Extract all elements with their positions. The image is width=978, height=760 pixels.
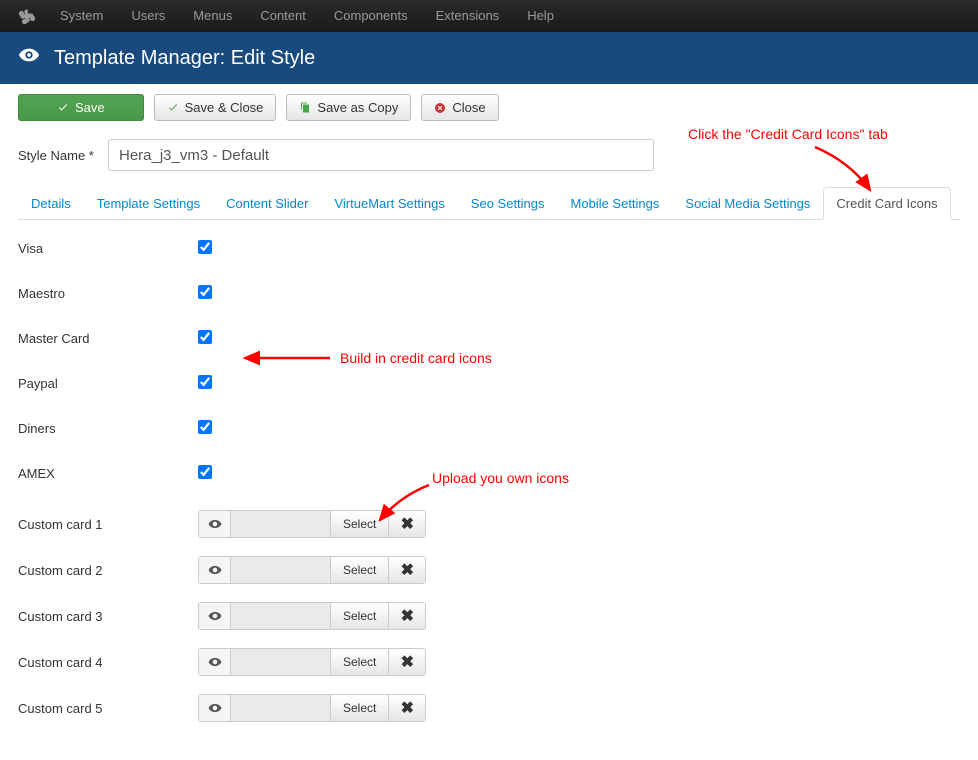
tab-credit-card-icons[interactable]: Credit Card Icons [823,187,950,220]
select-button-3[interactable]: Select [331,603,389,629]
path-input-1[interactable] [231,511,331,537]
preview-icon-4[interactable] [199,649,231,675]
tab-virtuemart-settings[interactable]: VirtueMart Settings [321,187,457,219]
label-visa: Visa [18,241,198,256]
tab-social-media-settings[interactable]: Social Media Settings [672,187,823,219]
preview-icon-2[interactable] [199,557,231,583]
media-group-1: Select ✖ [198,510,426,538]
check-icon [167,102,179,114]
row-paypal: Paypal [18,375,960,392]
label-amex: AMEX [18,466,198,481]
menu-extensions[interactable]: Extensions [422,0,514,32]
label-maestro: Maestro [18,286,198,301]
checkbox-amex[interactable] [198,465,212,479]
save-copy-button[interactable]: Save as Copy [286,94,411,121]
tabs: Details Template Settings Content Slider… [18,187,960,220]
checkbox-visa[interactable] [198,240,212,254]
close-button[interactable]: Close [421,94,498,121]
times-icon: ✖ [401,606,414,626]
label-master-card: Master Card [18,331,198,346]
preview-icon-5[interactable] [199,695,231,721]
checkbox-diners[interactable] [198,420,212,434]
row-diners: Diners [18,420,960,437]
menu-help[interactable]: Help [513,0,568,32]
times-icon: ✖ [401,652,414,672]
clear-button-1[interactable]: ✖ [389,511,425,537]
select-button-2[interactable]: Select [331,557,389,583]
label-paypal: Paypal [18,376,198,391]
save-copy-label: Save as Copy [317,100,398,115]
clear-button-4[interactable]: ✖ [389,649,425,675]
times-icon: ✖ [401,560,414,580]
label-custom-3: Custom card 3 [18,609,198,624]
checkbox-paypal[interactable] [198,375,212,389]
page-header: Template Manager: Edit Style [0,32,978,84]
eye-icon [18,44,40,72]
media-group-3: Select ✖ [198,602,426,630]
clear-button-5[interactable]: ✖ [389,695,425,721]
row-maestro: Maestro [18,285,960,302]
row-custom-3: Custom card 3 Select ✖ [18,602,960,630]
label-custom-4: Custom card 4 [18,655,198,670]
clear-button-3[interactable]: ✖ [389,603,425,629]
path-input-4[interactable] [231,649,331,675]
times-icon: ✖ [401,698,414,718]
select-button-1[interactable]: Select [331,511,389,537]
copy-icon [299,102,311,114]
media-group-2: Select ✖ [198,556,426,584]
top-navbar: System Users Menus Content Components Ex… [0,0,978,32]
select-button-5[interactable]: Select [331,695,389,721]
style-name-input[interactable] [108,139,654,171]
path-input-5[interactable] [231,695,331,721]
checkbox-master-card[interactable] [198,330,212,344]
style-name-row: Style Name * [0,131,978,187]
path-input-3[interactable] [231,603,331,629]
toolbar: Save Save & Close Save as Copy Close [0,84,978,131]
row-visa: Visa [18,240,960,257]
menu-content[interactable]: Content [246,0,320,32]
row-custom-2: Custom card 2 Select ✖ [18,556,960,584]
tab-mobile-settings[interactable]: Mobile Settings [558,187,673,219]
select-button-4[interactable]: Select [331,649,389,675]
label-custom-2: Custom card 2 [18,563,198,578]
menu-menus[interactable]: Menus [179,0,246,32]
apply-icon [57,102,69,114]
tab-template-settings[interactable]: Template Settings [84,187,213,219]
close-label: Close [452,100,485,115]
row-master-card: Master Card [18,330,960,347]
path-input-2[interactable] [231,557,331,583]
tab-seo-settings[interactable]: Seo Settings [458,187,558,219]
clear-button-2[interactable]: ✖ [389,557,425,583]
media-group-5: Select ✖ [198,694,426,722]
page-title: Template Manager: Edit Style [54,47,315,70]
checkbox-maestro[interactable] [198,285,212,299]
save-label: Save [75,100,105,115]
menu-system[interactable]: System [46,0,117,32]
row-custom-5: Custom card 5 Select ✖ [18,694,960,722]
label-custom-5: Custom card 5 [18,701,198,716]
row-custom-4: Custom card 4 Select ✖ [18,648,960,676]
tab-content-slider[interactable]: Content Slider [213,187,321,219]
label-diners: Diners [18,421,198,436]
media-group-4: Select ✖ [198,648,426,676]
save-close-label: Save & Close [185,100,264,115]
label-custom-1: Custom card 1 [18,517,198,532]
preview-icon-1[interactable] [199,511,231,537]
tab-details[interactable]: Details [18,187,84,219]
close-icon [434,102,446,114]
form-area: Visa Maestro Master Card Paypal Diners A… [0,220,978,760]
row-custom-1: Custom card 1 Select ✖ [18,510,960,538]
row-amex: AMEX [18,465,960,482]
save-close-button[interactable]: Save & Close [154,94,277,121]
times-icon: ✖ [401,514,414,534]
preview-icon-3[interactable] [199,603,231,629]
style-name-label: Style Name * [18,148,96,163]
save-button[interactable]: Save [18,94,144,121]
menu-components[interactable]: Components [320,0,422,32]
joomla-icon[interactable] [16,5,38,27]
menu-users[interactable]: Users [117,0,179,32]
